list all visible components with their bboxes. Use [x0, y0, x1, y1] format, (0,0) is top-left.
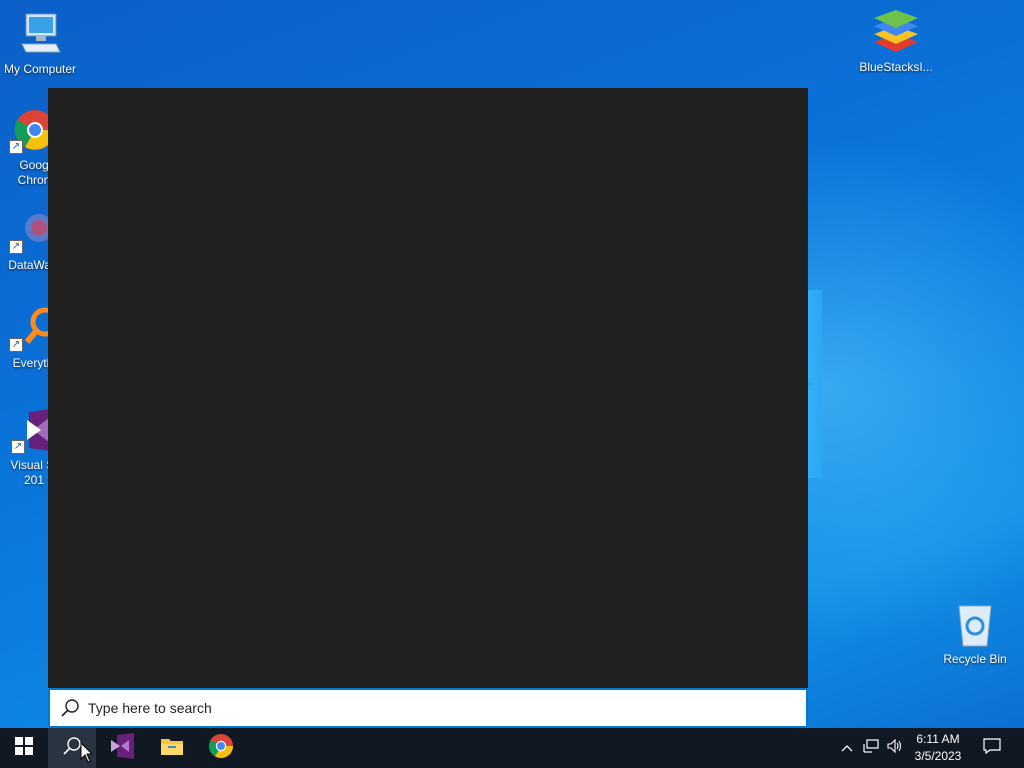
- shortcut-arrow-icon: ↗: [11, 440, 25, 454]
- chevron-up-icon: [841, 739, 853, 757]
- desktop-icon-my-computer[interactable]: My Computer: [0, 10, 80, 77]
- search-results-panel: [48, 88, 808, 688]
- chrome-icon: [208, 733, 234, 764]
- desktop-icon-label: Recycle Bin: [943, 652, 1007, 666]
- notification-icon: [983, 737, 1001, 759]
- show-hidden-icons-button[interactable]: [836, 728, 858, 768]
- mouse-cursor-icon: [80, 741, 94, 768]
- volume-tray-button[interactable]: [884, 728, 906, 768]
- visual-studio-icon: [109, 732, 135, 764]
- recycle-bin-icon: [951, 600, 999, 648]
- taskbar-file-explorer[interactable]: [148, 728, 196, 768]
- shortcut-arrow-icon: ↗: [9, 240, 23, 254]
- clock-time: 6:11 AM: [916, 732, 960, 746]
- taskbar-chrome[interactable]: [197, 728, 245, 768]
- taskbar-visual-studio[interactable]: [98, 728, 146, 768]
- folder-icon: [160, 736, 184, 761]
- network-tray-button[interactable]: [860, 728, 882, 768]
- network-icon: [863, 738, 879, 758]
- clock-date: 3/5/2023: [914, 749, 962, 763]
- search-icon: [60, 698, 80, 718]
- desktop-icon-label: My Computer: [3, 62, 77, 76]
- taskbar: 6:11 AM 3/5/2023: [0, 728, 1024, 768]
- desktop-icon-recycle-bin[interactable]: Recycle Bin: [935, 600, 1015, 667]
- start-button[interactable]: [0, 728, 48, 768]
- desktop-icon-label: BlueStacksI...: [859, 60, 933, 74]
- bluestacks-icon: [872, 8, 920, 56]
- shortcut-arrow-icon: ↗: [9, 338, 23, 352]
- speaker-icon: [887, 738, 903, 758]
- windows-logo-icon: [15, 736, 33, 760]
- shortcut-arrow-icon: ↗: [9, 140, 23, 154]
- taskbar-search-box[interactable]: [48, 688, 808, 728]
- search-icon: [62, 736, 82, 761]
- desktop-icon-bluestacks[interactable]: BlueStacksI...: [856, 8, 936, 75]
- action-center-button[interactable]: [978, 728, 1006, 768]
- taskbar-clock[interactable]: 6:11 AM 3/5/2023: [906, 731, 970, 765]
- search-input[interactable]: [88, 700, 768, 716]
- computer-icon: [16, 10, 64, 58]
